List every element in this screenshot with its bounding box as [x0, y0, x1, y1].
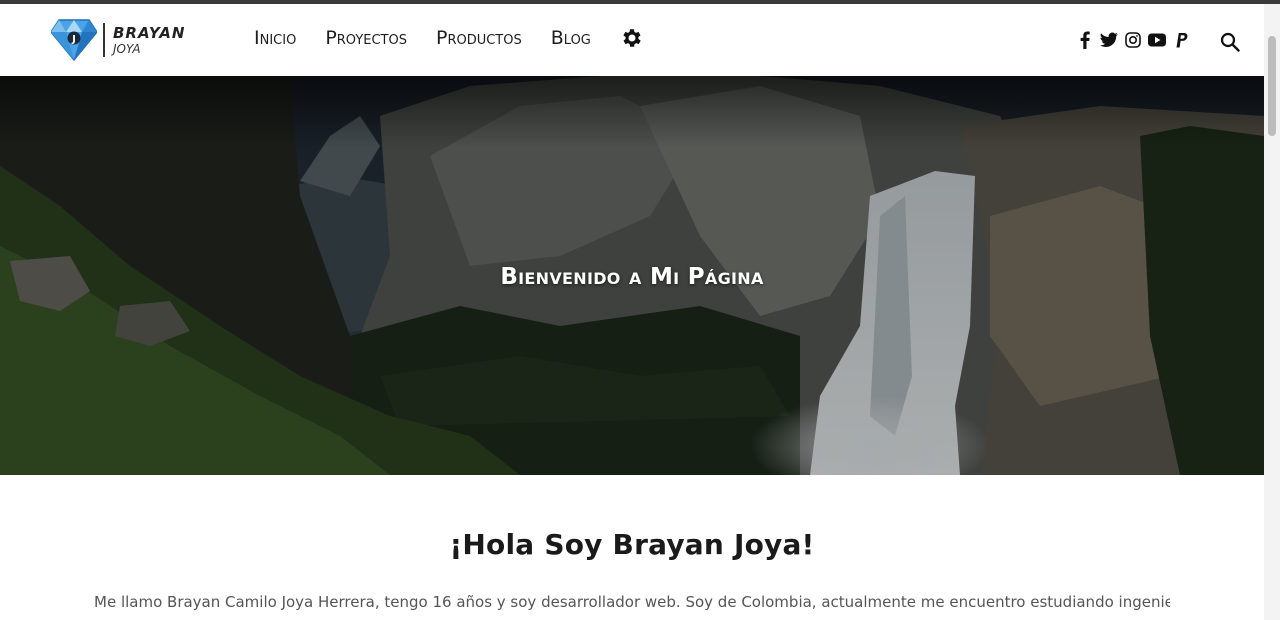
facebook-icon[interactable] — [1076, 30, 1094, 50]
instagram-icon[interactable] — [1124, 30, 1142, 50]
about-intro-text: Me llamo Brayan Camilo Joya Herrera, ten… — [94, 593, 1170, 611]
nav-item-productos[interactable]: Productos — [436, 27, 522, 49]
gear-icon[interactable] — [620, 26, 644, 50]
page-scrollbar[interactable] — [1264, 4, 1280, 620]
logo-subtitle: JOYA — [113, 41, 141, 56]
hero-banner: Bienvenido a Mi Página — [0, 76, 1264, 475]
site-logo[interactable]: J BRAYAN JOYA — [51, 18, 185, 62]
hero-title: Bienvenido a Mi Página — [500, 264, 764, 290]
nav-item-proyectos[interactable]: Proyectos — [325, 27, 407, 49]
nav-item-inicio[interactable]: Inicio — [254, 27, 296, 49]
site-header: J BRAYAN JOYA Inicio Proyectos Productos… — [0, 4, 1264, 76]
about-section: ¡Hola Soy Brayan Joya! Me llamo Brayan C… — [0, 475, 1264, 620]
twitter-icon[interactable] — [1100, 30, 1118, 50]
logo-divider — [103, 23, 105, 57]
logo-text: BRAYAN JOYA — [113, 23, 186, 56]
search-icon[interactable] — [1220, 32, 1240, 52]
youtube-icon[interactable] — [1148, 30, 1166, 50]
nav-item-blog[interactable]: Blog — [551, 27, 591, 49]
about-heading: ¡Hola Soy Brayan Joya! — [449, 528, 815, 561]
main-nav: Inicio Proyectos Productos Blog — [254, 26, 644, 50]
svg-text:J: J — [71, 34, 76, 45]
diamond-logo-icon: J — [51, 19, 97, 62]
logo-name: BRAYAN — [113, 23, 186, 42]
scrollbar-thumb[interactable] — [1268, 36, 1276, 136]
social-links — [1076, 30, 1190, 50]
paypal-icon[interactable] — [1172, 30, 1190, 50]
